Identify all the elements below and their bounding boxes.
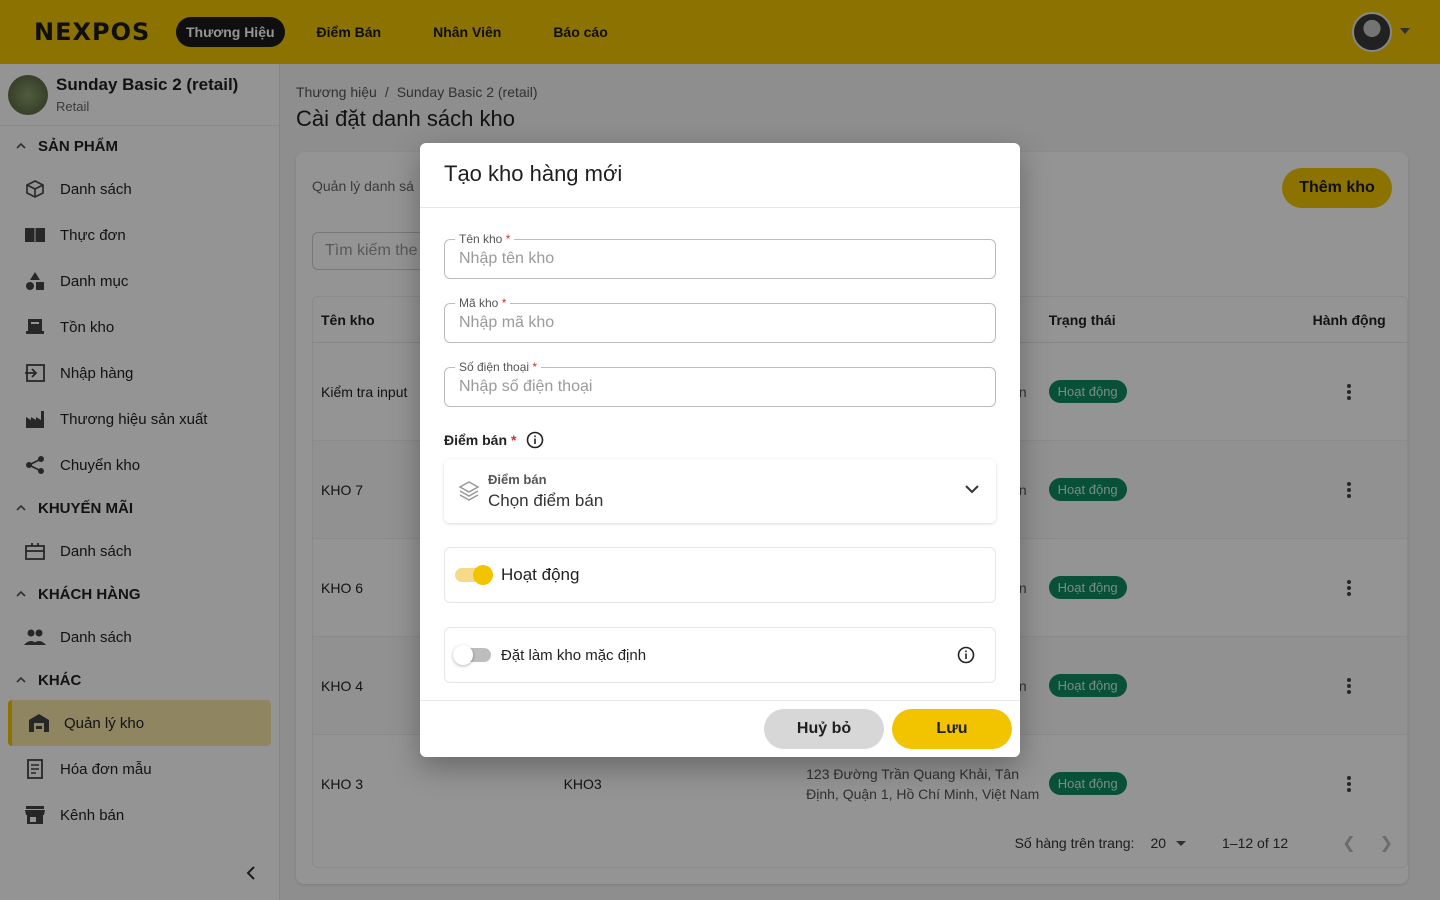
- pos-label-text: Điểm bán: [444, 432, 508, 448]
- field-label: Mã kho *: [455, 296, 511, 310]
- required-mark: *: [532, 360, 538, 374]
- info-icon[interactable]: [526, 431, 544, 449]
- select-label: Điểm bán: [488, 471, 547, 487]
- required-mark: *: [501, 296, 507, 310]
- default-warehouse-row: Đặt làm kho mặc định: [444, 627, 996, 683]
- dialog-title: Tạo kho hàng mới: [420, 143, 1020, 208]
- create-warehouse-dialog: Tạo kho hàng mới Tên kho * Nhập tên kho …: [420, 143, 1020, 757]
- dialog-footer: Huỷ bỏ Lưu: [420, 700, 1020, 757]
- label-text: Số điện thoại: [459, 360, 530, 374]
- dialog-body: Tên kho * Nhập tên kho Mã kho * Nhập mã …: [444, 232, 996, 683]
- required-mark: *: [505, 232, 511, 246]
- warehouse-code-field[interactable]: Mã kho * Nhập mã kho: [444, 296, 996, 343]
- info-icon[interactable]: [957, 646, 975, 664]
- label-text: Mã kho: [459, 296, 499, 310]
- phone-field[interactable]: Số điện thoại * Nhập số điện thoại: [444, 360, 996, 407]
- active-toggle-row: Hoạt động: [444, 547, 996, 603]
- default-warehouse-label: Đặt làm kho mặc định: [501, 646, 647, 664]
- field-label: Số điện thoại *: [455, 360, 542, 374]
- default-warehouse-switch[interactable]: [453, 645, 491, 665]
- switch-knob: [453, 645, 473, 665]
- field-label: Tên kho *: [455, 232, 515, 246]
- warehouse-name-field[interactable]: Tên kho * Nhập tên kho: [444, 232, 996, 279]
- placeholder-text: Nhập số điện thoại: [459, 378, 593, 395]
- label-text: Tên kho: [459, 232, 503, 246]
- switch-knob: [473, 565, 493, 585]
- layers-icon: [458, 481, 480, 501]
- save-button[interactable]: Lưu: [892, 709, 1012, 749]
- select-value: Chọn điểm bán: [488, 490, 604, 510]
- cancel-button[interactable]: Huỷ bỏ: [764, 709, 884, 749]
- active-switch[interactable]: [455, 565, 493, 585]
- pos-label: Điểm bán *: [444, 431, 996, 449]
- chevron-down-icon: [965, 485, 979, 494]
- pos-select[interactable]: Điểm bán Chọn điểm bán: [444, 459, 996, 523]
- required-mark: *: [511, 432, 517, 448]
- placeholder-text: Nhập mã kho: [459, 314, 555, 331]
- placeholder-text: Nhập tên kho: [459, 250, 555, 267]
- active-label: Hoạt động: [501, 565, 580, 584]
